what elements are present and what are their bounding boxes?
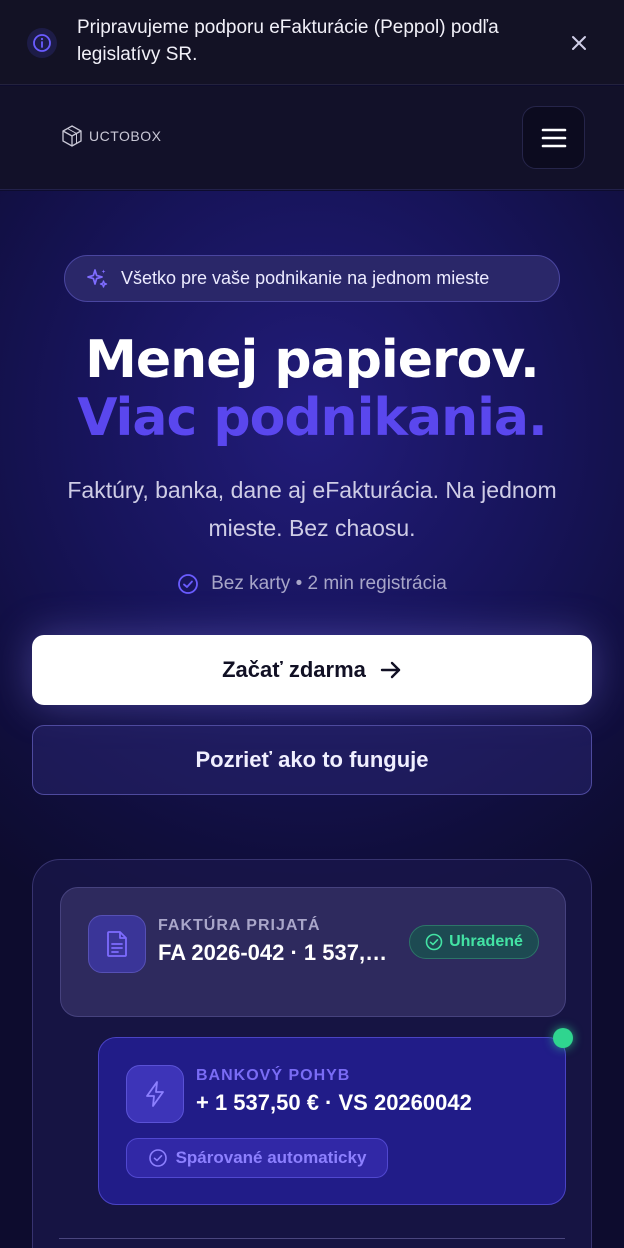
close-announcement-button[interactable] — [566, 30, 592, 56]
bank-kicker: BANKOVÝ POHYB — [196, 1067, 351, 1084]
hamburger-icon — [541, 128, 566, 147]
hero-note-text: Bez karty • 2 min registrácia — [211, 573, 447, 594]
menu-button[interactable] — [522, 106, 585, 169]
hero-title-line2: Viac podnikania. — [77, 388, 548, 448]
invoice-main: FA 2026-042 · 1 537,50 € — [158, 940, 390, 965]
invoice-kicker: FAKTÚRA PRIJATÁ — [158, 917, 321, 934]
invoice-icon-box — [88, 915, 146, 973]
announcement-text: Pripravujeme podporu eFakturácie (Peppol… — [77, 17, 499, 65]
how-it-works-label: Pozrieť ako to funguje — [195, 747, 429, 772]
hero-subtitle: Faktúry, banka, dane aj eFakturácia. Na … — [67, 477, 557, 541]
hero-note: Bez karty • 2 min registrácia — [0, 571, 624, 597]
how-it-works-button[interactable]: Pozrieť ako to funguje — [32, 725, 592, 795]
paid-status-text: Uhradené — [449, 933, 523, 950]
check-circle-icon — [425, 933, 443, 951]
info-icon — [27, 28, 57, 58]
announcement-bar: Pripravujeme podporu eFakturácie (Peppol… — [0, 0, 624, 85]
close-icon — [572, 36, 586, 50]
sparkle-icon — [85, 267, 109, 291]
paid-status-badge: Uhradené — [409, 925, 539, 959]
hero-title-line1: Menej papierov. — [85, 330, 540, 390]
document-icon — [107, 931, 127, 957]
bank-card: BANKOVÝ POHYB + 1 537,50 € · VS 20260042… — [98, 1037, 566, 1205]
hero-pill-text: Všetko pre vaše podnikanie na jednom mie… — [121, 268, 490, 288]
lightning-icon — [146, 1081, 164, 1107]
matched-status-text: Spárované automaticky — [175, 1148, 367, 1167]
arrow-right-icon — [380, 661, 401, 679]
logo[interactable]: UCTOBOX — [60, 124, 161, 148]
logo-text: UCTOBOX — [89, 128, 162, 144]
start-free-label: Začať zdarma — [222, 657, 366, 682]
start-free-button[interactable]: Začať zdarma — [32, 635, 592, 705]
mock-divider — [59, 1238, 565, 1239]
matched-status-badge: Spárované automaticky — [126, 1138, 388, 1178]
hero-pill: Všetko pre vaše podnikanie na jednom mie… — [64, 255, 560, 302]
hero-section: Všetko pre vaše podnikanie na jednom mie… — [0, 191, 624, 1248]
check-circle-icon — [148, 1149, 167, 1167]
check-circle-icon — [178, 574, 198, 594]
invoice-card: FAKTÚRA PRIJATÁ FA 2026-042 · 1 537,50 €… — [60, 887, 566, 1017]
live-status-dot — [553, 1028, 573, 1048]
site-header: UCTOBOX — [0, 86, 624, 190]
bank-icon-box — [126, 1065, 184, 1123]
bank-main: + 1 537,50 € · VS 20260042 — [196, 1090, 472, 1115]
product-mock: FAKTÚRA PRIJATÁ FA 2026-042 · 1 537,50 €… — [32, 859, 592, 1248]
logo-cube-icon — [62, 125, 82, 147]
